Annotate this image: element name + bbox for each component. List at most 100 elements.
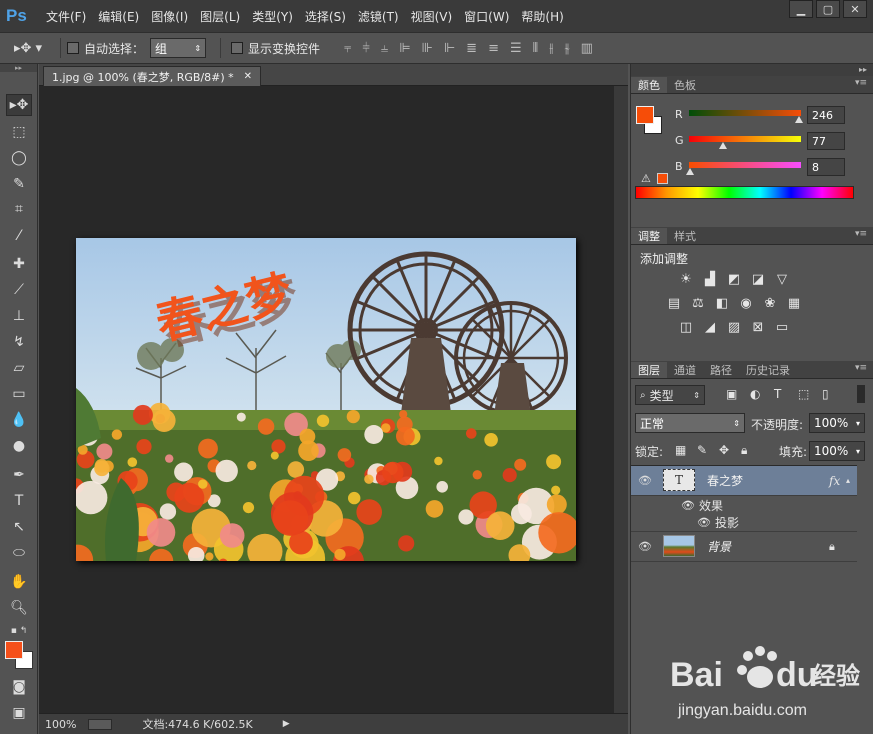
fx-icon[interactable]: fx	[829, 474, 840, 488]
threshold-icon[interactable]: ▨	[725, 319, 743, 335]
distribute-hcenter-icon[interactable]: ⫲	[549, 41, 553, 56]
filter-adjust-icon[interactable]: ◐	[750, 387, 760, 401]
posterize-icon[interactable]: ◢	[701, 319, 719, 335]
swap-colors-icon[interactable]: ▪ ↰	[6, 620, 32, 642]
distribute-bottom-icon[interactable]: ☰	[510, 41, 522, 56]
lock-transparent-icon[interactable]: ▦	[675, 443, 686, 457]
history-brush-tool-icon[interactable]: ↯	[6, 331, 32, 353]
color-balance-icon[interactable]: ⚖	[689, 295, 707, 311]
eye-icon[interactable]: 👁︎	[681, 499, 695, 512]
lasso-tool-icon[interactable]: ◯	[6, 147, 32, 169]
panel-menu-icon[interactable]: ▾≡	[855, 229, 867, 239]
green-slider-track[interactable]	[689, 136, 801, 142]
auto-select-checkbox[interactable]	[67, 42, 79, 54]
crop-tool-icon[interactable]: ⌗	[6, 198, 32, 220]
curves-icon[interactable]: ◩	[725, 271, 743, 287]
exposure-icon[interactable]: ◪	[749, 271, 767, 287]
color-spectrum-bar[interactable]	[635, 186, 854, 199]
lock-pixels-icon[interactable]: ✎	[697, 443, 707, 457]
layer-name[interactable]: 春之梦	[707, 472, 743, 489]
panel-grip-icon[interactable]: ▸▸	[0, 64, 37, 72]
path-select-tool-icon[interactable]: ↖	[6, 516, 32, 538]
vibrance-icon[interactable]: ▽	[773, 271, 791, 287]
maximize-button[interactable]: ▢	[816, 0, 840, 18]
align-top-icon[interactable]: ⫧	[344, 41, 351, 56]
distribute-left-icon[interactable]: ⫴	[533, 41, 538, 56]
quick-select-tool-icon[interactable]: ✎	[6, 173, 32, 195]
document-tab[interactable]: 1.jpg @ 100% (春之梦, RGB/8#) * ✕	[43, 66, 262, 86]
red-slider-thumb[interactable]	[795, 116, 803, 123]
auto-select-dropdown[interactable]: 组 ⇕	[150, 38, 207, 58]
panel-collapse-icon[interactable]: ▸▸	[631, 64, 873, 76]
menu-window[interactable]: 窗口(W)	[458, 8, 515, 25]
type-tool-icon[interactable]: T	[6, 490, 32, 512]
fill-input[interactable]: 100% ▾	[809, 441, 865, 461]
hand-tool-icon[interactable]: ✋	[6, 571, 32, 593]
distribute-right-icon[interactable]: ⫳	[564, 41, 569, 56]
hue-saturation-icon[interactable]: ▤	[665, 295, 683, 311]
filter-type-icon[interactable]: T	[774, 387, 781, 401]
tab-channels[interactable]: 通道	[667, 362, 703, 378]
blue-slider-track[interactable]	[689, 162, 801, 168]
filter-smart-icon[interactable]: ▯	[822, 387, 829, 401]
tab-paths[interactable]: 路径	[703, 362, 739, 378]
screen-mode-icon[interactable]: ▣	[6, 702, 32, 724]
auto-align-icon[interactable]: ▥	[581, 41, 593, 56]
tab-color[interactable]: 颜色	[631, 77, 667, 93]
menu-filter[interactable]: 滤镜(T)	[352, 8, 405, 25]
blur-tool-icon[interactable]: 💧	[6, 409, 32, 431]
align-left-icon[interactable]: ⊫	[399, 41, 410, 56]
tab-styles[interactable]: 样式	[667, 228, 703, 244]
color-lookup-icon[interactable]: ▦	[785, 295, 803, 311]
selective-color-icon[interactable]: ⊠	[749, 319, 767, 335]
shape-tool-icon[interactable]: ⬭	[6, 542, 32, 564]
menu-image[interactable]: 图像(I)	[145, 8, 194, 25]
layer-row-text[interactable]: 👁︎ T 春之梦 fx ▴	[631, 466, 857, 496]
red-value-input[interactable]: 246	[807, 106, 845, 124]
canvas-image[interactable]: 春之梦 春之梦	[76, 238, 576, 561]
minimize-button[interactable]: ▁	[789, 0, 813, 18]
close-tab-icon[interactable]: ✕	[244, 71, 252, 82]
gradient-tool-icon[interactable]: ▭	[6, 383, 32, 405]
layer-effect-drop-shadow[interactable]: 👁︎ 投影	[631, 514, 857, 532]
panel-menu-icon[interactable]: ▾≡	[855, 78, 867, 88]
filter-shape-icon[interactable]: ⬚	[798, 387, 809, 401]
levels-icon[interactable]: ▟	[701, 271, 719, 287]
status-icon[interactable]	[88, 718, 113, 730]
opacity-input[interactable]: 100% ▾	[809, 413, 865, 433]
gradient-map-icon[interactable]: ▭	[773, 319, 791, 335]
eye-icon[interactable]: 👁︎	[697, 516, 711, 529]
close-button[interactable]: ✕	[843, 0, 867, 18]
marquee-tool-icon[interactable]: ⬚	[6, 121, 32, 143]
layer-filter-dropdown[interactable]: ⌕ 类型 ⇕	[635, 385, 705, 405]
expand-effects-icon[interactable]: ▴	[846, 476, 850, 485]
eyedropper-tool-icon[interactable]: ⁄	[6, 225, 32, 247]
align-right-icon[interactable]: ⊩	[444, 41, 455, 56]
distribute-vcenter-icon[interactable]: ≡	[488, 41, 499, 56]
tab-history[interactable]: 历史记录	[739, 362, 797, 378]
menu-file[interactable]: 文件(F)	[40, 8, 92, 25]
status-menu-arrow-icon[interactable]: ▶	[283, 719, 290, 729]
filter-pixel-icon[interactable]: ▣	[726, 387, 737, 401]
menu-edit[interactable]: 编辑(E)	[92, 8, 145, 25]
menu-layer[interactable]: 图层(L)	[194, 8, 246, 25]
chevron-down-icon[interactable]: ▾	[856, 419, 860, 428]
channel-mixer-icon[interactable]: ❀	[761, 295, 779, 311]
layer-row-background[interactable]: 👁︎ 背景 🔒︎	[631, 532, 857, 562]
blend-mode-dropdown[interactable]: 正常 ⇕	[635, 413, 745, 433]
panel-menu-icon[interactable]: ▾≡	[855, 363, 867, 373]
green-value-input[interactable]: 77	[807, 132, 845, 150]
show-transform-checkbox[interactable]	[231, 42, 244, 54]
zoom-level[interactable]: 100%	[45, 718, 76, 731]
vertical-scrollbar[interactable]	[614, 86, 628, 713]
dodge-tool-icon[interactable]: ●	[6, 435, 32, 457]
distribute-top-icon[interactable]: ≣	[466, 41, 477, 56]
foreground-color-swatch[interactable]	[5, 641, 23, 659]
move-tool-icon[interactable]: ▸✥	[6, 94, 32, 116]
photo-filter-icon[interactable]: ◉	[737, 295, 755, 311]
chevron-down-icon[interactable]: ▾	[856, 447, 860, 456]
eraser-tool-icon[interactable]: ▱	[6, 357, 32, 379]
eye-icon[interactable]: 👁︎	[638, 474, 652, 487]
green-slider-thumb[interactable]	[719, 142, 727, 149]
filter-toggle[interactable]	[857, 385, 865, 403]
